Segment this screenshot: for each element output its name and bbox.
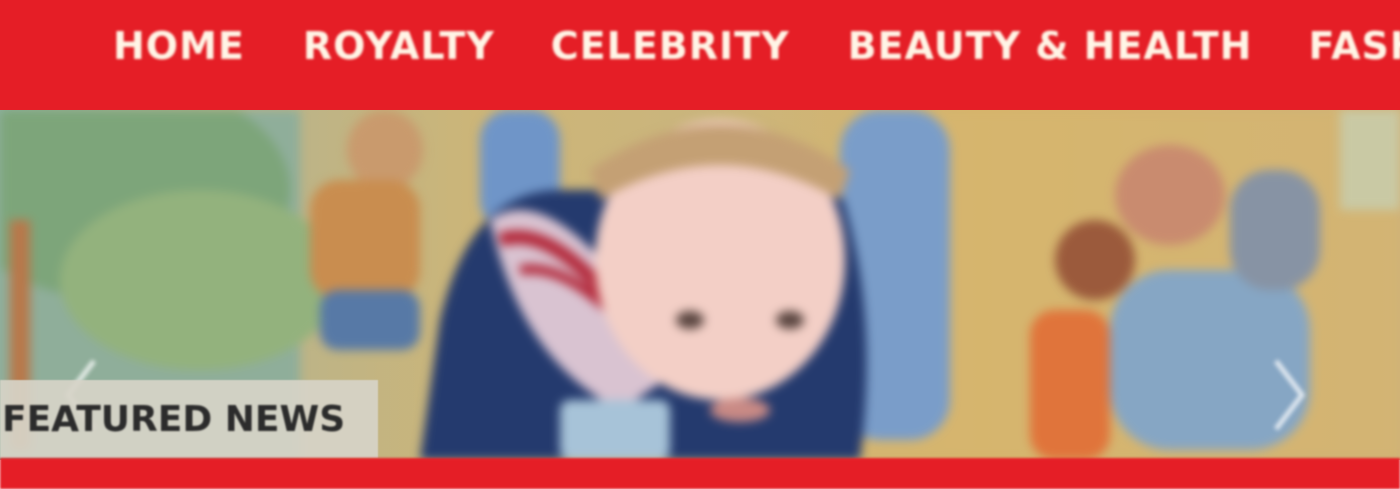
nav-item-fashion[interactable]: FASHION bbox=[1308, 22, 1400, 70]
nav-item-celebrity[interactable]: CELEBRITY bbox=[551, 22, 790, 70]
nav-item-home[interactable]: HOME bbox=[113, 22, 245, 70]
chevron-right-icon[interactable] bbox=[1270, 355, 1310, 435]
top-navigation-bar: HOME ROYALTY CELEBRITY BEAUTY & HEALTH F… bbox=[0, 0, 1400, 110]
featured-news-heading: FEATURED NEWS bbox=[2, 398, 346, 440]
nav-item-royalty[interactable]: ROYALTY bbox=[303, 22, 495, 70]
nav-item-beauty-health[interactable]: BEAUTY & HEALTH bbox=[848, 22, 1253, 70]
featured-news-carousel[interactable]: FEATURED NEWS bbox=[0, 110, 1400, 460]
featured-news-label: FEATURED NEWS bbox=[0, 380, 378, 458]
main-menu: HOME ROYALTY CELEBRITY BEAUTY & HEALTH F… bbox=[113, 22, 1400, 70]
bottom-red-bar bbox=[0, 458, 1400, 489]
